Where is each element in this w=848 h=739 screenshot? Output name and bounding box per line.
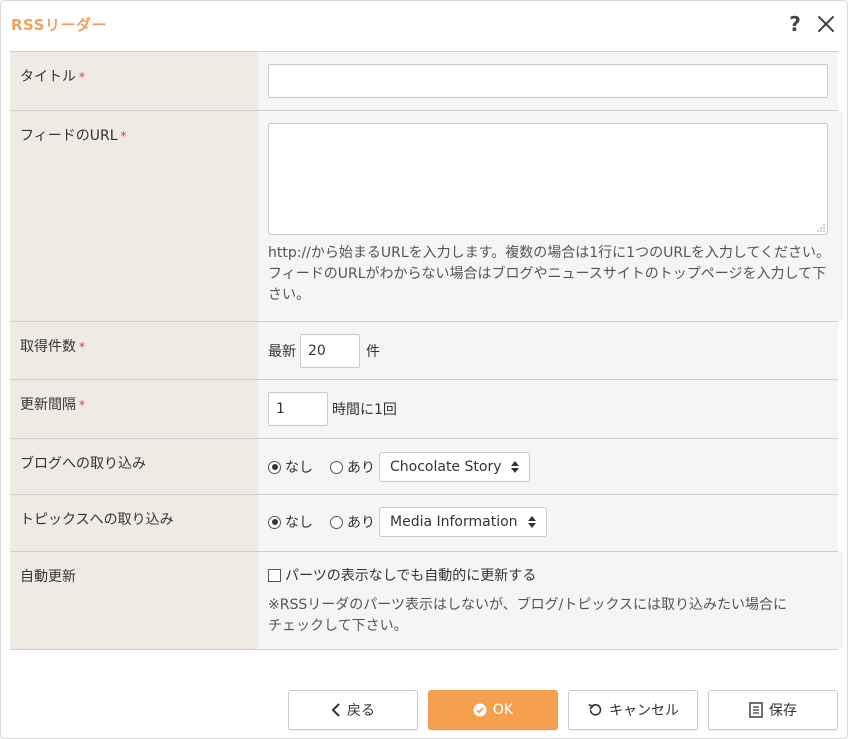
blog-import-none-radio[interactable]: なし (268, 457, 313, 477)
row-count: 取得件数 * 最新 20 件 (10, 322, 838, 380)
auto-update-checkbox[interactable]: パーツの表示なしでも自動的に更新する (268, 565, 833, 585)
blog-import-value-cell: なし あり Chocolate Story (258, 439, 838, 494)
topics-import-yes-label: あり (347, 515, 375, 531)
feed-url-label: フィードのURL * (10, 111, 258, 321)
blog-select-value: Chocolate Story (390, 459, 502, 475)
feed-url-textarea[interactable] (268, 123, 828, 235)
topics-import-none-radio[interactable]: なし (268, 512, 313, 532)
sort-arrows-icon (527, 516, 536, 528)
title-value-cell (258, 52, 838, 110)
rss-reader-dialog: RSSリーダー ? タイトル * フィードのURL * http://から始まる… (0, 0, 848, 739)
settings-form: タイトル * フィードのURL * http://から始まるURLを入力します。複数… (10, 51, 843, 650)
title-label-text: タイトル (20, 69, 76, 85)
topics-import-label: トピックスへの取り込み (10, 495, 258, 551)
resize-grip-icon[interactable] (817, 224, 825, 232)
ok-button[interactable]: OK (428, 690, 558, 730)
radio-checked-icon[interactable] (268, 515, 281, 529)
title-bar: RSSリーダー ? (1, 1, 847, 49)
count-label: 取得件数 * (10, 322, 258, 379)
row-title: タイトル * (10, 52, 838, 111)
save-button-label: 保存 (769, 703, 797, 719)
back-button[interactable]: 戻る (288, 690, 418, 730)
ok-button-label: OK (492, 702, 514, 718)
feed-url-help-line1: http://から始まるURLを入力します。複数の場合は1行に1つのURLを入力… (268, 245, 831, 261)
chevron-left-icon (331, 703, 340, 717)
topics-select[interactable]: Media Information (379, 507, 547, 537)
checkbox-icon[interactable] (268, 568, 281, 582)
feed-url-help: http://から始まるURLを入力します。複数の場合は1行に1つのURLを入力… (268, 243, 833, 306)
cancel-button[interactable]: キャンセル (568, 690, 698, 730)
required-mark: * (79, 398, 85, 412)
blog-import-yes-label: あり (347, 460, 375, 476)
blog-import-none-label: なし (285, 460, 313, 476)
undo-icon (588, 703, 602, 716)
topics-import-yes-radio[interactable]: あり (330, 512, 375, 532)
close-icon[interactable] (815, 13, 837, 35)
radio-unchecked-icon[interactable] (330, 515, 343, 529)
feed-url-help-line2: フィードのURLがわからない場合はブログやニュースサイトのトップページを入力して… (268, 266, 827, 303)
required-mark: * (79, 340, 85, 354)
radio-checked-icon[interactable] (268, 460, 281, 474)
feed-url-value-cell: http://から始まるURLを入力します。複数の場合は1行に1つのURLを入力… (258, 111, 843, 321)
radio-unchecked-icon[interactable] (330, 460, 343, 474)
count-input[interactable]: 20 (300, 334, 360, 368)
feed-url-label-text: フィードのURL (20, 128, 118, 144)
blog-import-yes-radio[interactable]: あり (330, 457, 375, 477)
help-icon[interactable]: ? (785, 12, 805, 36)
count-value-cell: 最新 20 件 (258, 322, 838, 379)
auto-update-note: ※RSSリーダのパーツ表示はしないが、ブログ/トピックスには取り込みたい場合に … (268, 595, 833, 637)
document-icon (749, 702, 763, 718)
row-auto-update: 自動更新 パーツの表示なしでも自動的に更新する ※RSSリーダのパーツ表示はしな… (10, 552, 843, 650)
auto-update-label: 自動更新 (10, 552, 258, 649)
dialog-title: RSSリーダー (11, 16, 107, 34)
count-label-text: 取得件数 (20, 339, 76, 355)
topics-select-value: Media Information (390, 514, 518, 530)
row-topics-import: トピックスへの取り込み なし あり Media Information (10, 495, 838, 552)
save-button[interactable]: 保存 (708, 690, 838, 730)
topics-import-none-label: なし (285, 515, 313, 531)
interval-value-cell: 1 時間に1回 (258, 380, 838, 438)
auto-update-note-line1: ※RSSリーダのパーツ表示はしないが、ブログ/トピックスには取り込みたい場合に (268, 597, 787, 613)
auto-update-value-cell: パーツの表示なしでも自動的に更新する ※RSSリーダのパーツ表示はしないが、ブロ… (258, 552, 843, 649)
auto-update-note-line2: チェックして下さい。 (268, 618, 408, 634)
back-button-label: 戻る (347, 703, 375, 719)
count-prefix: 最新 (268, 344, 296, 360)
cancel-button-label: キャンセル (609, 703, 679, 719)
interval-label-text: 更新間隔 (20, 397, 76, 413)
required-mark: * (79, 70, 85, 84)
blog-import-label: ブログへの取り込み (10, 439, 258, 494)
count-suffix: 件 (366, 344, 380, 360)
title-label: タイトル * (10, 52, 258, 110)
required-mark: * (120, 129, 127, 143)
title-input[interactable] (268, 64, 828, 98)
auto-update-checkbox-label: パーツの表示なしでも自動的に更新する (285, 568, 537, 584)
check-circle-icon (473, 703, 487, 717)
interval-label: 更新間隔 * (10, 380, 258, 438)
row-feed-url: フィードのURL * http://から始まるURLを入力します。複数の場合は1行… (10, 111, 843, 322)
sort-arrows-icon (511, 461, 520, 473)
row-blog-import: ブログへの取り込み なし あり Chocolate Story (10, 439, 838, 495)
topics-import-value-cell: なし あり Media Information (258, 495, 838, 551)
interval-suffix: 時間に1回 (332, 402, 397, 418)
blog-select[interactable]: Chocolate Story (379, 452, 531, 482)
interval-input[interactable]: 1 (268, 392, 328, 426)
row-interval: 更新間隔 * 1 時間に1回 (10, 380, 838, 439)
